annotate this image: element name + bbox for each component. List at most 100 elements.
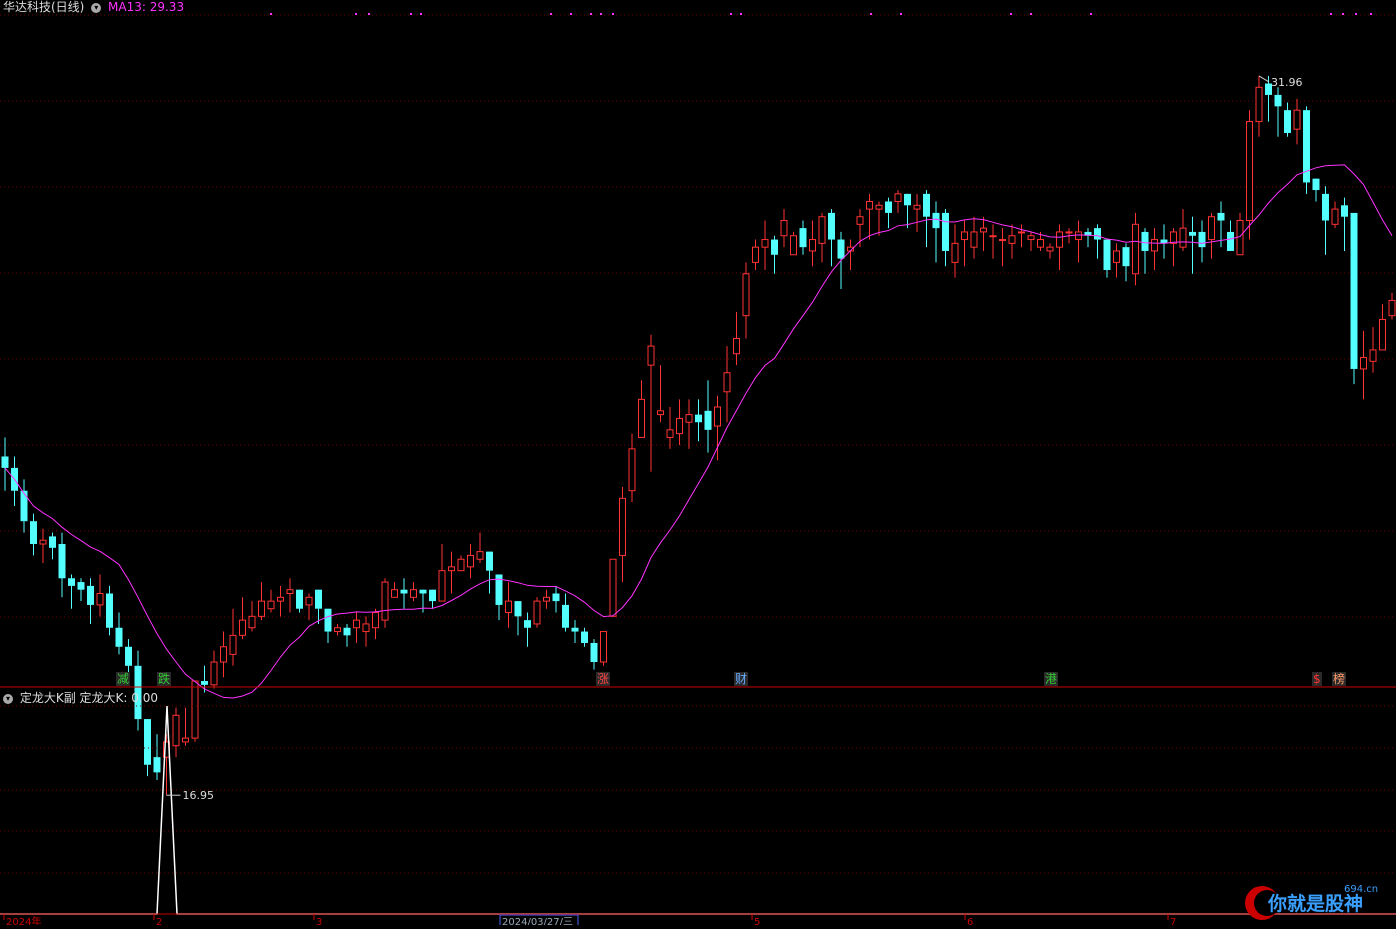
candle[interactable] xyxy=(77,578,85,602)
signal-tag[interactable]: 港 xyxy=(1044,672,1059,686)
candle[interactable] xyxy=(723,346,731,423)
candle[interactable] xyxy=(1018,224,1025,248)
candle[interactable] xyxy=(761,220,769,270)
candle[interactable] xyxy=(467,544,474,579)
candle[interactable] xyxy=(1274,87,1282,137)
candle[interactable] xyxy=(989,224,997,259)
candle[interactable] xyxy=(714,395,721,461)
candle[interactable] xyxy=(429,589,436,609)
candle[interactable] xyxy=(1046,243,1054,259)
candle[interactable] xyxy=(115,612,123,655)
candle[interactable] xyxy=(1170,228,1177,267)
candle[interactable] xyxy=(1360,330,1367,400)
candle[interactable] xyxy=(771,235,778,274)
candle[interactable] xyxy=(590,639,598,670)
candle[interactable] xyxy=(182,707,189,746)
candle[interactable] xyxy=(353,612,360,643)
candle[interactable] xyxy=(657,365,664,423)
candle[interactable] xyxy=(1056,224,1063,270)
candle[interactable] xyxy=(1341,197,1348,251)
candle[interactable] xyxy=(191,680,199,742)
signal-tag[interactable]: 榜 xyxy=(1332,672,1347,686)
candle[interactable] xyxy=(1388,292,1396,320)
candle[interactable] xyxy=(894,190,902,213)
candle[interactable] xyxy=(448,551,455,594)
candle[interactable] xyxy=(229,608,237,666)
candle[interactable] xyxy=(30,513,37,556)
candle[interactable] xyxy=(39,528,47,564)
candle[interactable] xyxy=(704,380,712,453)
candle[interactable] xyxy=(628,433,636,503)
candle[interactable] xyxy=(1027,231,1035,251)
candle[interactable] xyxy=(676,399,683,446)
candle[interactable] xyxy=(809,220,816,267)
candle[interactable] xyxy=(638,380,645,438)
candle[interactable] xyxy=(20,479,28,533)
candle[interactable] xyxy=(362,616,370,647)
candle[interactable] xyxy=(752,239,759,270)
candle[interactable] xyxy=(419,589,427,613)
collapse-icon[interactable]: ▾ xyxy=(91,2,102,13)
candle[interactable] xyxy=(1322,186,1329,255)
sub-collapse-icon[interactable]: ▾ xyxy=(3,693,13,704)
candle[interactable] xyxy=(552,585,560,613)
candle[interactable] xyxy=(11,456,18,506)
candle[interactable] xyxy=(1141,228,1149,274)
candle[interactable] xyxy=(1208,212,1215,259)
candle[interactable] xyxy=(372,608,379,640)
candle[interactable] xyxy=(1,437,9,491)
stock-chart-window[interactable]: 2024年 2 3 2024/03/27/三 5 6 7 31.96 16.95 华达科技(日… xyxy=(0,0,1396,928)
stock-title[interactable]: 华达科技(日线) xyxy=(3,0,84,14)
candle[interactable] xyxy=(999,228,1006,267)
candle[interactable] xyxy=(733,311,740,366)
candle[interactable] xyxy=(277,585,284,617)
candle[interactable] xyxy=(1075,220,1082,263)
candle[interactable] xyxy=(286,578,294,613)
candle[interactable] xyxy=(305,593,313,621)
candle[interactable] xyxy=(391,582,398,598)
candle[interactable] xyxy=(239,597,246,640)
chart-canvas[interactable]: 2024年 2 3 2024/03/27/三 5 6 7 31.96 16.95 xyxy=(0,0,1396,928)
candle[interactable] xyxy=(932,201,940,263)
candle[interactable] xyxy=(695,399,702,442)
candle[interactable] xyxy=(1179,209,1187,251)
candle[interactable] xyxy=(780,209,788,248)
candle[interactable] xyxy=(1122,243,1130,282)
candle[interactable] xyxy=(258,582,265,621)
candle[interactable] xyxy=(790,231,797,256)
candle[interactable] xyxy=(1160,224,1168,259)
candle[interactable] xyxy=(1084,228,1092,248)
candle[interactable] xyxy=(571,620,579,643)
candle[interactable] xyxy=(324,608,332,643)
candle[interactable] xyxy=(49,532,56,560)
candle[interactable] xyxy=(1312,178,1320,202)
candle[interactable] xyxy=(505,582,512,628)
candle[interactable] xyxy=(1008,224,1016,259)
candle[interactable] xyxy=(153,734,161,780)
candle[interactable] xyxy=(220,631,227,678)
signal-tag[interactable]: 减 xyxy=(116,672,131,686)
candle[interactable] xyxy=(486,551,493,594)
candle[interactable] xyxy=(647,334,655,472)
candle[interactable] xyxy=(400,578,408,609)
candle[interactable] xyxy=(904,193,911,229)
candle[interactable] xyxy=(980,216,987,251)
candle[interactable] xyxy=(68,574,75,609)
candle[interactable] xyxy=(106,585,113,636)
signal-tag[interactable]: 跌 xyxy=(157,672,172,686)
candle[interactable] xyxy=(666,407,674,449)
candle[interactable] xyxy=(58,532,66,598)
candle[interactable] xyxy=(96,574,104,617)
candle[interactable] xyxy=(885,197,892,229)
candle[interactable] xyxy=(334,623,341,636)
candle[interactable] xyxy=(1198,220,1206,263)
candle[interactable] xyxy=(562,593,569,632)
candle[interactable] xyxy=(210,650,218,689)
candle[interactable] xyxy=(495,574,503,621)
candle[interactable] xyxy=(913,193,921,232)
candle[interactable] xyxy=(1293,98,1301,145)
candle[interactable] xyxy=(1227,220,1234,251)
candle[interactable] xyxy=(457,555,465,572)
candle[interactable] xyxy=(866,193,873,240)
candle[interactable] xyxy=(1350,212,1358,385)
